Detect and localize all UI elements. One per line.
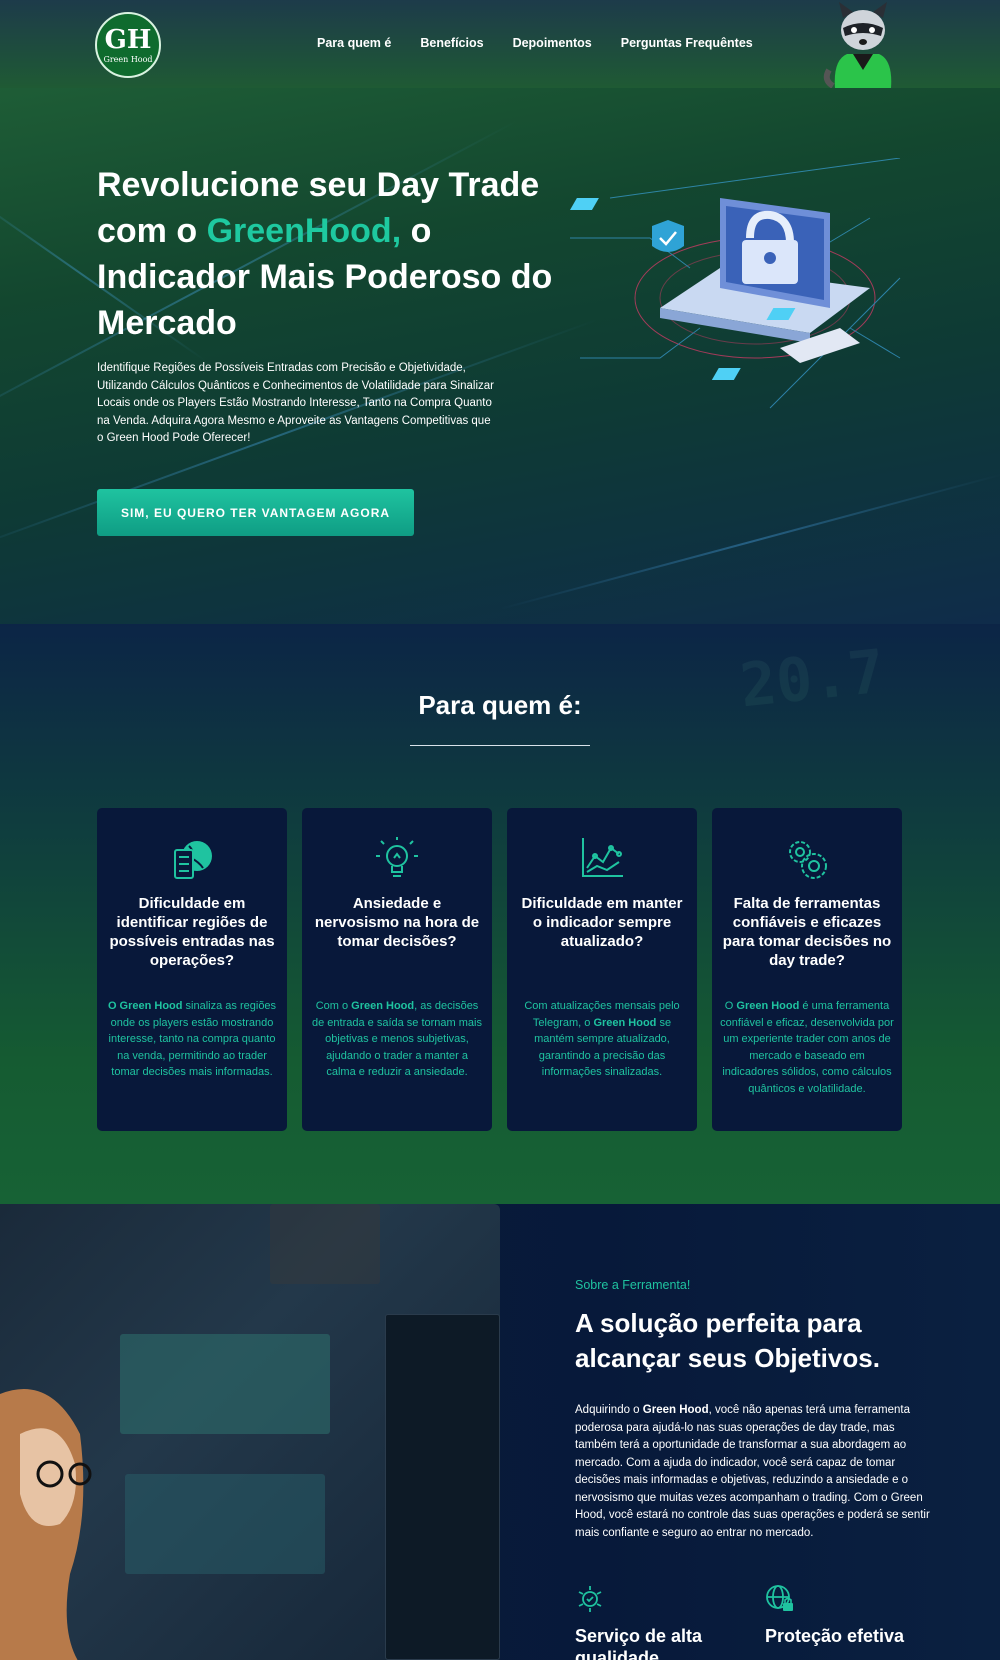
card-text: Com atualizações mensais pelo Telegram, …	[507, 998, 697, 1081]
raccoon-mascot-icon	[823, 2, 892, 88]
feature-protection: Proteção efetiva	[765, 1584, 935, 1647]
section-title: A solução perfeita para alcançar seus Ob…	[575, 1308, 880, 1373]
card-text-strong: Green Hood	[736, 1000, 800, 1012]
cta-button[interactable]: SIM, EU QUERO TER VANTAGEM AGORA	[97, 489, 414, 536]
nav-para-quem[interactable]: Para quem é	[317, 36, 391, 50]
hero-title-highlight: GreenHood,	[206, 212, 402, 250]
card-title: Dificuldade em identificar regiões de po…	[109, 895, 275, 969]
wall-frame	[270, 1204, 380, 1284]
light-streak	[499, 473, 1000, 610]
nav-depoimentos[interactable]: Depoimentos	[513, 36, 592, 50]
section-body: Adquirindo o Green Hood, você não apenas…	[575, 1402, 935, 1542]
globe-server-icon	[174, 841, 212, 879]
code-monitor	[385, 1314, 500, 1660]
lightbulb-icon	[376, 837, 418, 877]
body-strong: Green Hood	[642, 1404, 709, 1416]
card-title: Dificuldade em manter o indicador sempre…	[521, 895, 683, 950]
hero-section: Revolucione seu Day Trade com o GreenHoo…	[0, 88, 1000, 624]
sobre-section: Sobre a Ferramenta! A solução perfeita p…	[0, 1204, 1000, 1660]
card-text-pre: Com o	[315, 1000, 352, 1012]
card-atualizacao: Dificuldade em manter o indicador sempre…	[507, 808, 697, 1131]
monitor-screen	[120, 1334, 330, 1434]
card-text-strong: O Green Hood	[107, 1000, 183, 1012]
body-rest: , você não apenas terá uma ferramenta po…	[575, 1404, 930, 1539]
line-chart-icon	[582, 838, 623, 877]
gears-icon	[789, 841, 827, 879]
security-laptop-illustration	[570, 158, 901, 409]
card-title: Falta de ferramentas confiáveis e eficaz…	[722, 895, 892, 969]
main-nav: Para quem é Benefícios Depoimentos Pergu…	[317, 36, 753, 50]
hero-subtitle: Identifique Regiões de Possíveis Entrada…	[97, 362, 494, 444]
title-divider	[410, 745, 590, 746]
nav-faq[interactable]: Perguntas Frequêntes	[621, 36, 753, 50]
card-text-strong: Green Hood	[351, 1000, 415, 1012]
quality-icon	[578, 1586, 602, 1612]
nav-beneficios[interactable]: Benefícios	[420, 36, 483, 50]
logo-mark: GH	[104, 24, 152, 55]
card-ferramentas: Falta de ferramentas confiáveis e eficaz…	[712, 808, 902, 1131]
hero-title: Revolucione seu Day Trade com o GreenHoo…	[97, 162, 567, 346]
card-text: Com o Green Hood, as decisões de entrada…	[302, 998, 492, 1081]
section-title: Para quem é:	[418, 690, 582, 720]
body-pre: Adquirindo o	[575, 1404, 643, 1416]
logo-text: Green Hood	[103, 54, 153, 64]
feature-title: Proteção efetiva	[765, 1626, 905, 1646]
section-kicker: Sobre a Ferramenta!	[575, 1278, 691, 1292]
protection-globe-icon	[766, 1585, 793, 1611]
card-text: O Green Hood é uma ferramenta confiável …	[712, 998, 902, 1097]
card-text-rest: é uma ferramenta confiável e eficaz, des…	[720, 1000, 894, 1095]
trader-photo	[0, 1204, 500, 1660]
monitor-screen	[125, 1474, 325, 1574]
card-entradas: Dificuldade em identificar regiões de po…	[97, 808, 287, 1131]
card-text-strong: Green Hood	[593, 1016, 657, 1029]
woman-figure	[0, 1389, 92, 1660]
card-title: Ansiedade e nervosismo na hora de tomar …	[314, 895, 480, 950]
card-ansiedade: Ansiedade e nervosismo na hora de tomar …	[302, 808, 492, 1131]
feature-title: Serviço de alta qualidade	[575, 1626, 703, 1660]
site-header: GH Green Hood Para quem é Benefícios Dep…	[0, 0, 1000, 88]
feature-quality: Serviço de alta qualidade	[575, 1584, 745, 1660]
para-quem-section: 20.7 71.6 Para quem é: Dificuldade em id…	[0, 624, 1000, 1204]
card-text: O Green Hood sinaliza as regiões onde os…	[97, 998, 287, 1081]
brand-logo[interactable]: GH Green Hood	[95, 12, 161, 78]
card-text-pre: O	[724, 1000, 737, 1012]
